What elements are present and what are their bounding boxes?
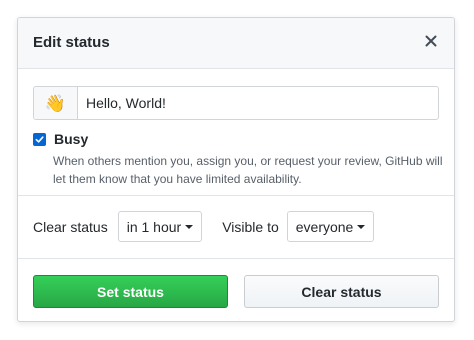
- visibility-dropdown[interactable]: everyone: [286, 211, 375, 242]
- dialog-title: Edit status: [33, 34, 110, 51]
- clear-status-dropdown[interactable]: in 1 hour: [117, 211, 203, 242]
- close-icon[interactable]: [422, 32, 440, 50]
- options-row: Clear status in 1 hour Visible to everyo…: [33, 211, 375, 242]
- caret-down-icon: [357, 224, 366, 229]
- visible-to-label: Visible to: [222, 218, 279, 235]
- options-section: Clear status in 1 hour Visible to everyo…: [18, 196, 454, 259]
- caret-down-icon: [185, 224, 194, 229]
- edit-status-dialog: Edit status 👋 Busy When others mention y…: [17, 17, 455, 322]
- status-message-input[interactable]: [78, 87, 438, 119]
- waving-hand-icon: 👋: [44, 93, 67, 113]
- clear-status-label: Clear status: [33, 218, 108, 235]
- visibility-value: everyone: [295, 218, 354, 235]
- busy-description: When others mention you, assign you, or …: [53, 154, 443, 186]
- status-section: 👋 Busy When others mention you, assign y…: [18, 69, 454, 196]
- clear-status-value: in 1 hour: [126, 218, 182, 235]
- actions-section: Set status Clear status: [18, 259, 454, 321]
- busy-label: Busy: [54, 131, 89, 147]
- busy-row: Busy: [33, 131, 88, 147]
- set-status-button[interactable]: Set status: [33, 275, 228, 308]
- dialog-header: Edit status: [18, 18, 454, 69]
- status-input-group: 👋: [33, 86, 439, 120]
- busy-checkbox[interactable]: [33, 132, 46, 146]
- clear-status-button[interactable]: Clear status: [244, 275, 439, 308]
- checkmark-icon: [35, 135, 44, 143]
- emoji-picker-button[interactable]: 👋: [34, 87, 78, 119]
